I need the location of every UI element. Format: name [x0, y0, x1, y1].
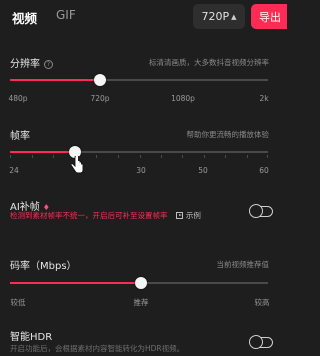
bitrate-slider[interactable]	[10, 277, 268, 289]
top-bar: 视频 GIF 720P ▲ 导出	[0, 0, 287, 34]
tick	[32, 155, 33, 158]
tick	[10, 155, 11, 158]
resolution-label-2k: 2k	[259, 94, 269, 103]
smart-hdr-title: 智能HDR	[10, 332, 53, 343]
tick	[140, 155, 141, 158]
tick	[225, 155, 226, 158]
framerate-slider[interactable]	[10, 146, 268, 158]
ai-frame-toggle-knob	[249, 204, 263, 218]
framerate-label-50: 50	[198, 166, 208, 175]
play-box-icon	[175, 212, 183, 219]
ai-frame-warning: 检测到素材帧率不统一，开启后可补至设置帧率	[10, 211, 168, 220]
ai-frame-toggle[interactable]	[249, 204, 273, 218]
resolution-title: 分辨率?	[10, 55, 53, 70]
framerate-ticks	[10, 151, 268, 158]
export-button[interactable]: 导出	[251, 4, 287, 29]
example-link[interactable]: 示例	[175, 211, 201, 220]
resolution-select[interactable]: 720P ▲	[193, 4, 245, 29]
resolution-label-480p: 480p	[8, 94, 28, 103]
ai-frame-description: 检测到素材帧率不统一，开启后可补至设置帧率 示例	[10, 210, 201, 221]
framerate-label-30: 30	[136, 166, 146, 175]
resolution-label-720p: 720p	[90, 94, 110, 103]
tab-gif[interactable]: GIF	[56, 8, 76, 22]
smart-hdr-toggle[interactable]	[249, 335, 273, 349]
tick	[182, 155, 183, 158]
tab-video[interactable]: 视频	[12, 8, 37, 27]
help-icon[interactable]: ?	[44, 60, 53, 69]
tick	[267, 155, 268, 158]
framerate-label-24: 24	[9, 166, 19, 175]
tick	[118, 155, 119, 158]
resolution-hint: 标清清画质，大多数抖音视频分辨率	[149, 58, 269, 67]
tick	[204, 155, 205, 158]
bitrate-label-low: 较低	[10, 298, 26, 307]
resolution-slider[interactable]	[10, 74, 268, 86]
resolution-slider-fill	[10, 79, 100, 81]
framerate-label-60: 60	[259, 166, 269, 175]
framerate-hint: 帮助你更流畅的播放体验	[186, 130, 270, 139]
tick	[53, 155, 54, 158]
bitrate-slider-fill	[10, 282, 141, 284]
resolution-label-1080p: 1080p	[171, 94, 195, 103]
resolution-slider-thumb[interactable]	[94, 74, 106, 86]
bitrate-slider-thumb[interactable]	[135, 277, 147, 289]
caret-up-icon: ▲	[231, 12, 237, 21]
tick	[247, 155, 248, 158]
smart-hdr-toggle-knob	[249, 335, 263, 349]
tick	[161, 155, 162, 158]
bitrate-hint: 当前视频推荐值	[216, 260, 270, 269]
resolution-title-text: 分辨率	[10, 59, 40, 70]
bitrate-label-recommended: 推荐	[133, 298, 149, 307]
bitrate-title: 码率（Mbps）	[10, 261, 77, 272]
tick	[96, 155, 97, 158]
hand-cursor-icon	[70, 156, 84, 174]
smart-hdr-description: 开启功能后，会根据素材内容智能转化为HDR视频。	[10, 344, 185, 353]
example-label: 示例	[185, 211, 201, 220]
framerate-title: 帧率	[10, 131, 30, 142]
resolution-select-value: 720P	[201, 10, 230, 23]
bitrate-label-high: 较高	[254, 298, 270, 307]
